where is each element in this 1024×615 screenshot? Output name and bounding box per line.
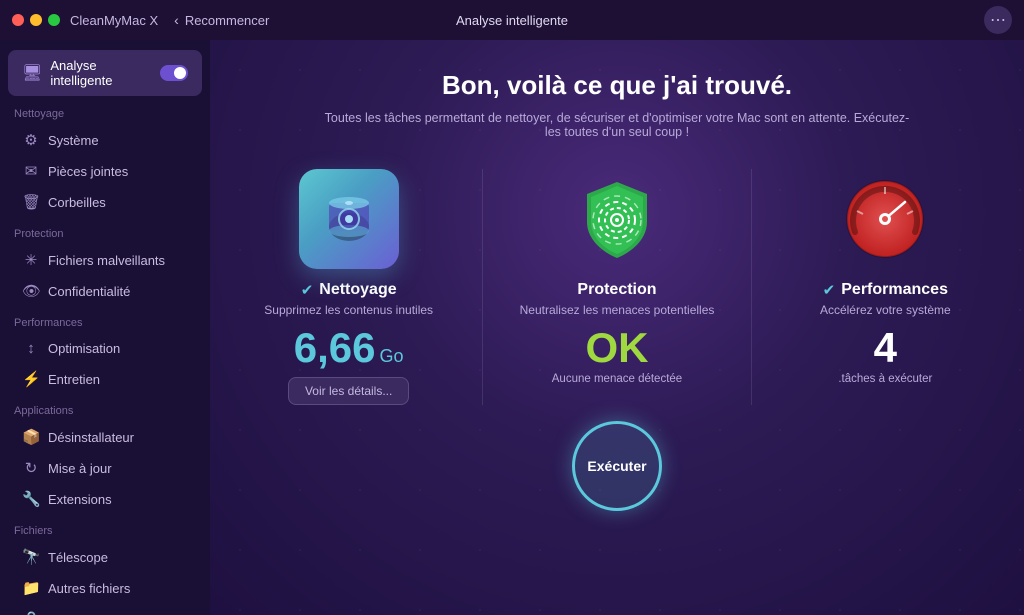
sidebar-section-nettoyage: Nettoyage	[0, 98, 210, 124]
card-performances: ✔ Performances Accélérez votre système 4…	[787, 169, 984, 405]
performances-check-icon: ✔	[823, 281, 836, 299]
fichiers-malveillants-label: Fichiers malveillants	[48, 253, 165, 268]
nettoyage-details-button[interactable]: Voir les détails...	[288, 377, 409, 405]
page-subtitle: Toutes les tâches permettant de nettoyer…	[317, 111, 917, 139]
cards-container: ✔ Nettoyage Supprimez les contenus inuti…	[250, 169, 984, 405]
titlebar: CleanMyMac X ‹ Recommencer Analyse intel…	[0, 0, 1024, 40]
minimize-button[interactable]	[30, 14, 42, 26]
protection-desc: Neutralisez les menaces potentielles	[520, 303, 715, 317]
divider-1	[482, 169, 483, 405]
sidebar-item-corbeilles[interactable]: 🗑 Corbeilles	[8, 187, 202, 217]
sidebar-section-protection: Protection	[0, 218, 210, 244]
toggle-switch[interactable]	[160, 65, 188, 81]
sidebar-section-fichiers: Fichiers	[0, 515, 210, 541]
corbeilles-label: Corbeilles	[48, 195, 106, 210]
nettoyage-title-row: ✔ Nettoyage	[301, 281, 397, 299]
sidebar-item-systeme[interactable]: ⚙ Système	[8, 125, 202, 155]
telescope-label: Télescope	[48, 550, 108, 565]
back-icon: ‹	[174, 12, 179, 28]
close-button[interactable]	[12, 14, 24, 26]
protection-value: OK	[585, 327, 648, 369]
card-nettoyage: ✔ Nettoyage Supprimez les contenus inuti…	[250, 169, 447, 405]
card-protection: Protection Neutralisez les menaces poten…	[518, 169, 715, 405]
destructeur-icon: 🔒	[22, 610, 40, 615]
corbeilles-icon: 🗑	[22, 193, 40, 211]
more-menu[interactable]: ⋯	[984, 6, 1012, 34]
systeme-label: Système	[48, 133, 99, 148]
sidebar-item-confidentialite[interactable]: 👁 Confidentialité	[8, 276, 202, 306]
sidebar-item-fichiers-malveillants[interactable]: ✳ Fichiers malveillants	[8, 245, 202, 275]
protection-sub: Aucune menace détectée	[552, 373, 682, 385]
back-label: Recommencer	[185, 13, 270, 28]
sidebar-item-telescope[interactable]: 🔭 Télescope	[8, 542, 202, 572]
traffic-lights	[12, 14, 60, 26]
desinstallateur-label: Désinstallateur	[48, 430, 134, 445]
sidebar-item-autres-fichiers[interactable]: 📁 Autres fichiers	[8, 573, 202, 603]
sidebar-section-applications: Applications	[0, 395, 210, 421]
pieces-jointes-icon: ✉	[22, 162, 40, 180]
app-name: CleanMyMac X	[70, 13, 158, 28]
nettoyage-unit: Go	[380, 346, 404, 367]
mise-a-jour-label: Mise à jour	[48, 461, 112, 476]
performances-sub: .tâches à exécuter	[838, 373, 932, 385]
fichiers-malveillants-icon: ✳	[22, 251, 40, 269]
systeme-icon: ⚙	[22, 131, 40, 149]
performances-title-row: ✔ Performances	[823, 281, 948, 299]
nettoyage-value: 6,66	[294, 327, 376, 369]
main-content: Bon, voilà ce que j'ai trouvé. Toutes le…	[210, 40, 1024, 615]
confidentialite-label: Confidentialité	[48, 284, 130, 299]
nettoyage-check-icon: ✔	[301, 281, 314, 299]
autres-fichiers-label: Autres fichiers	[48, 581, 130, 596]
nettoyage-title: Nettoyage	[319, 281, 396, 299]
sidebar-section-performances: Performances	[0, 307, 210, 333]
extensions-label: Extensions	[48, 492, 112, 507]
analyse-icon: 🖥	[22, 63, 42, 83]
sidebar-item-pieces-jointes[interactable]: ✉ Pièces jointes	[8, 156, 202, 186]
entretien-label: Entretien	[48, 372, 100, 387]
maximize-button[interactable]	[48, 14, 60, 26]
sidebar-active-label: Analyse intelligente	[50, 58, 152, 88]
destructeur-label: Destructeur	[48, 612, 115, 615]
protection-icon	[567, 169, 667, 269]
performances-value: 4	[874, 327, 897, 369]
back-nav[interactable]: ‹ Recommencer	[174, 12, 269, 28]
autres-fichiers-icon: 📁	[22, 579, 40, 597]
execute-button-wrap: Exécuter	[572, 421, 662, 511]
execute-button[interactable]: Exécuter	[572, 421, 662, 511]
sidebar-item-desinstallateur[interactable]: 📦 Désinstallateur	[8, 422, 202, 452]
optimisation-icon: ↕	[22, 340, 40, 357]
pieces-jointes-label: Pièces jointes	[48, 164, 128, 179]
divider-2	[751, 169, 752, 405]
more-button[interactable]: ⋯	[984, 6, 1012, 34]
sidebar-item-extensions[interactable]: 🔧 Extensions	[8, 484, 202, 514]
performances-desc: Accélérez votre système	[820, 303, 951, 317]
performances-icon	[835, 169, 935, 269]
extensions-icon: 🔧	[22, 490, 40, 508]
desinstallateur-icon: 📦	[22, 428, 40, 446]
page-title: Bon, voilà ce que j'ai trouvé.	[442, 70, 792, 101]
sidebar-item-optimisation[interactable]: ↕ Optimisation	[8, 334, 202, 363]
sidebar-item-mise-a-jour[interactable]: ↻ Mise à jour	[8, 453, 202, 483]
more-icon: ⋯	[990, 10, 1006, 30]
nettoyage-desc: Supprimez les contenus inutiles	[264, 303, 433, 317]
sidebar-item-analyse-intelligente[interactable]: 🖥 Analyse intelligente	[8, 50, 202, 96]
sidebar-item-destructeur[interactable]: 🔒 Destructeur	[8, 604, 202, 615]
protection-title: Protection	[577, 281, 656, 299]
sidebar-item-entretien[interactable]: ⚡ Entretien	[8, 364, 202, 394]
telescope-icon: 🔭	[22, 548, 40, 566]
protection-title-row: Protection	[577, 281, 656, 299]
sidebar: 🖥 Analyse intelligente Nettoyage ⚙ Systè…	[0, 40, 210, 615]
performances-title: Performances	[841, 281, 948, 299]
optimisation-label: Optimisation	[48, 341, 120, 356]
entretien-icon: ⚡	[22, 370, 40, 388]
main-layout: 🖥 Analyse intelligente Nettoyage ⚙ Systè…	[0, 40, 1024, 615]
mise-a-jour-icon: ↻	[22, 459, 40, 477]
nettoyage-value-row: 6,66 Go	[294, 327, 404, 369]
window-title: Analyse intelligente	[456, 13, 568, 28]
nettoyage-icon	[299, 169, 399, 269]
confidentialite-icon: 👁	[22, 282, 40, 300]
